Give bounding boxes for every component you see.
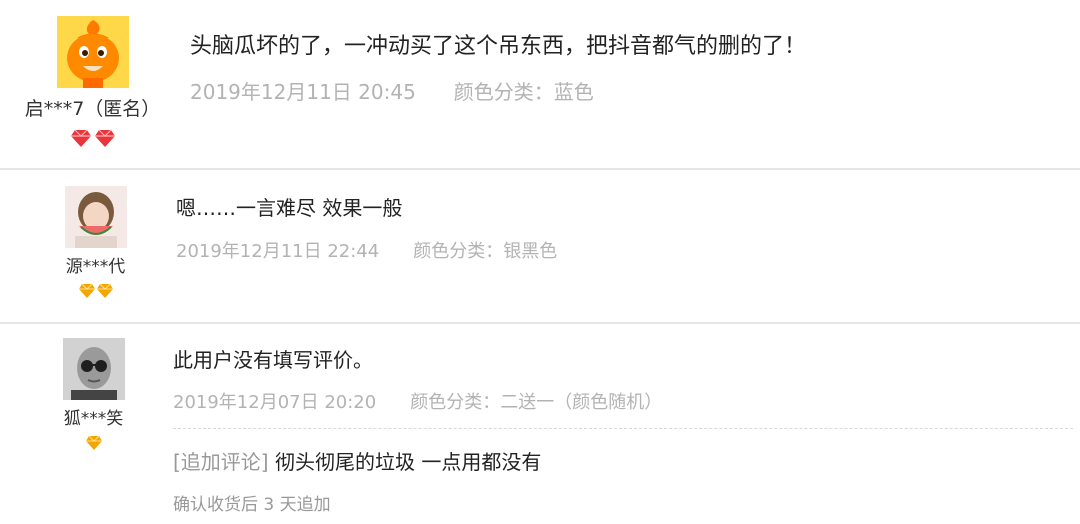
girl-with-watermelon-icon — [64, 186, 127, 248]
review-item: 狐***笑 此用户没有填写评价。 2019年12月07日 20:20 颜色分类：二… — [0, 324, 1080, 524]
orange-mascot-avatar[interactable] — [56, 16, 129, 88]
sku-spec: 颜色分类：二送一（颜色随机） — [410, 392, 663, 413]
review-meta: 2019年12月11日 20:45 颜色分类：蓝色 — [190, 76, 594, 105]
orange-mascot-icon — [56, 16, 129, 88]
review-content: 头脑瓜坏的了，一冲动买了这个吊东西，把抖音都气的删的了！ — [190, 34, 807, 59]
review-item: 启***7（匿名） 头脑瓜坏的了，一冲动买了这个吊东西，把抖音都气的删的了！ 2… — [0, 0, 1080, 168]
sku-spec: 颜色分类：蓝色 — [453, 80, 594, 104]
girl-with-watermelon-avatar[interactable] — [64, 186, 127, 248]
man-with-sunglasses-icon — [62, 338, 125, 400]
gold-diamond-icon — [85, 435, 102, 450]
append-review-text: 彻头彻尾的垃圾 一点用都没有 — [274, 450, 542, 474]
review-content: 此用户没有填写评价。 — [173, 348, 373, 372]
append-review-tag: [追加评论] — [173, 450, 269, 474]
review-user: 源***代 — [18, 186, 173, 299]
man-with-sunglasses-avatar[interactable] — [62, 338, 125, 400]
buyer-level-badges — [10, 127, 175, 149]
buyer-level-badges — [18, 283, 173, 299]
gold-diamond-icon — [96, 283, 113, 298]
review-item: 源***代 嗯……一言难尽 效果一般 2019年12月11日 22:44 颜色分类… — [0, 170, 1080, 322]
review-date: 2019年12月11日 22:44 — [176, 241, 380, 262]
red-heart-diamond-icon — [70, 129, 91, 147]
reviewer-name[interactable]: 源***代 — [18, 252, 173, 277]
append-divider — [173, 428, 1073, 429]
review-user: 启***7（匿名） — [10, 16, 175, 149]
append-review-note: 确认收货后 3 天追加 — [173, 495, 331, 515]
review-date: 2019年12月11日 20:45 — [190, 80, 416, 104]
review-content: 嗯……一言难尽 效果一般 — [176, 196, 403, 220]
gold-diamond-icon — [78, 283, 95, 298]
review-date: 2019年12月07日 20:20 — [173, 392, 377, 413]
reviewer-name[interactable]: 狐***笑 — [16, 404, 171, 429]
review-meta: 2019年12月07日 20:20 颜色分类：二送一（颜色随机） — [173, 388, 662, 414]
sku-spec: 颜色分类：银黑色 — [413, 241, 558, 262]
buyer-level-badges — [16, 435, 171, 451]
review-user: 狐***笑 — [16, 338, 171, 451]
append-review: [追加评论] 彻头彻尾的垃圾 一点用都没有 — [173, 446, 541, 475]
reviewer-name[interactable]: 启***7（匿名） — [10, 94, 175, 121]
review-meta: 2019年12月11日 22:44 颜色分类：银黑色 — [176, 237, 557, 263]
red-heart-diamond-icon — [94, 129, 115, 147]
